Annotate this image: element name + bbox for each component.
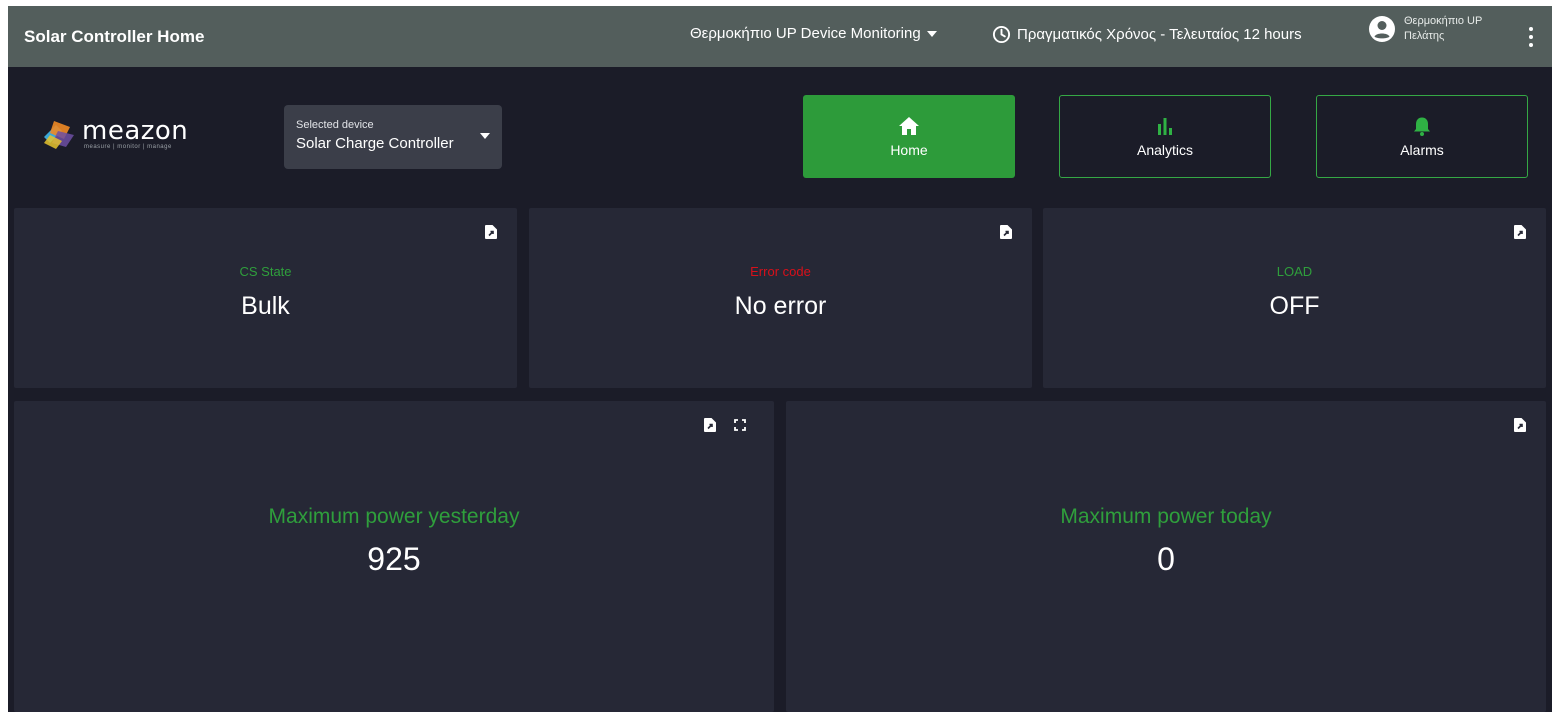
- file-export-icon[interactable]: [1000, 225, 1012, 239]
- cs-state-card: CS State Bulk: [14, 208, 517, 388]
- error-code-label: Error code: [750, 264, 811, 279]
- meazon-logo: meazon measure | monitor | manage: [40, 111, 210, 156]
- device-selector-label: Selected device: [296, 119, 374, 131]
- bar-chart-icon: [1158, 117, 1172, 135]
- user-name: Θερμοκήπιο UP: [1404, 15, 1483, 27]
- dashboard-frame: Solar Controller Home Θερμοκήπιο UP Devi…: [8, 6, 1552, 712]
- file-export-icon[interactable]: [704, 418, 716, 432]
- user-role: Πελάτης: [1404, 30, 1445, 42]
- device-selector[interactable]: Selected device Solar Charge Controller: [284, 105, 502, 169]
- dashboard-title: Solar Controller Home: [24, 26, 205, 46]
- max-power-yesterday-card: Maximum power yesterday 925: [14, 401, 774, 712]
- user-menu[interactable]: Θερμοκήπιο UP Πελάτης: [1368, 14, 1482, 44]
- clock-icon: [992, 25, 1011, 44]
- file-export-icon[interactable]: [1514, 418, 1526, 432]
- file-export-icon[interactable]: [1514, 225, 1526, 239]
- dashboard-selector-label: Θερμοκήπιο UP Device Monitoring: [690, 25, 921, 42]
- home-icon: [899, 116, 919, 135]
- home-button[interactable]: Home: [803, 95, 1015, 178]
- account-icon: [1369, 16, 1395, 42]
- home-button-label: Home: [890, 141, 928, 158]
- time-window-selector[interactable]: Πραγματικός Χρόνος - Τελευταίος 12 hours: [992, 25, 1302, 44]
- max-power-yesterday-label: Maximum power yesterday: [268, 505, 520, 528]
- bell-icon: [1414, 117, 1430, 136]
- dashboard-selector[interactable]: Θερμοκήπιο UP Device Monitoring: [690, 25, 937, 42]
- device-selector-value: Solar Charge Controller: [296, 135, 454, 152]
- top-bar: Solar Controller Home Θερμοκήπιο UP Devi…: [8, 6, 1552, 67]
- chevron-down-icon: [480, 133, 490, 139]
- alarms-button-label: Alarms: [1400, 141, 1444, 158]
- max-power-today-value: 0: [1157, 541, 1175, 577]
- meazon-logo-mark-icon: [44, 120, 74, 149]
- time-window-label: Πραγματικός Χρόνος - Τελευταίος 12 hours: [1017, 26, 1302, 43]
- cs-state-value: Bulk: [241, 292, 290, 320]
- cs-state-label: CS State: [239, 264, 292, 279]
- analytics-button-label: Analytics: [1136, 141, 1194, 158]
- error-code-card: Error code No error: [529, 208, 1032, 388]
- alarms-button[interactable]: Alarms: [1316, 95, 1528, 178]
- max-power-today-label: Maximum power today: [1060, 505, 1272, 528]
- error-code-value: No error: [734, 292, 827, 320]
- fullscreen-icon[interactable]: [734, 419, 746, 431]
- max-power-yesterday-value: 925: [367, 541, 421, 577]
- more-vert-icon[interactable]: [1528, 27, 1534, 47]
- chevron-down-icon: [926, 30, 937, 37]
- logo-tagline: measure | monitor | manage: [84, 143, 172, 150]
- load-label: LOAD: [1276, 264, 1313, 279]
- file-export-icon[interactable]: [485, 225, 497, 239]
- max-power-today-card: Maximum power today 0: [786, 401, 1546, 712]
- logo-wordmark: meazon: [82, 115, 189, 146]
- load-card: LOAD OFF: [1043, 208, 1546, 388]
- load-value: OFF: [1269, 292, 1320, 320]
- analytics-button[interactable]: Analytics: [1059, 95, 1271, 178]
